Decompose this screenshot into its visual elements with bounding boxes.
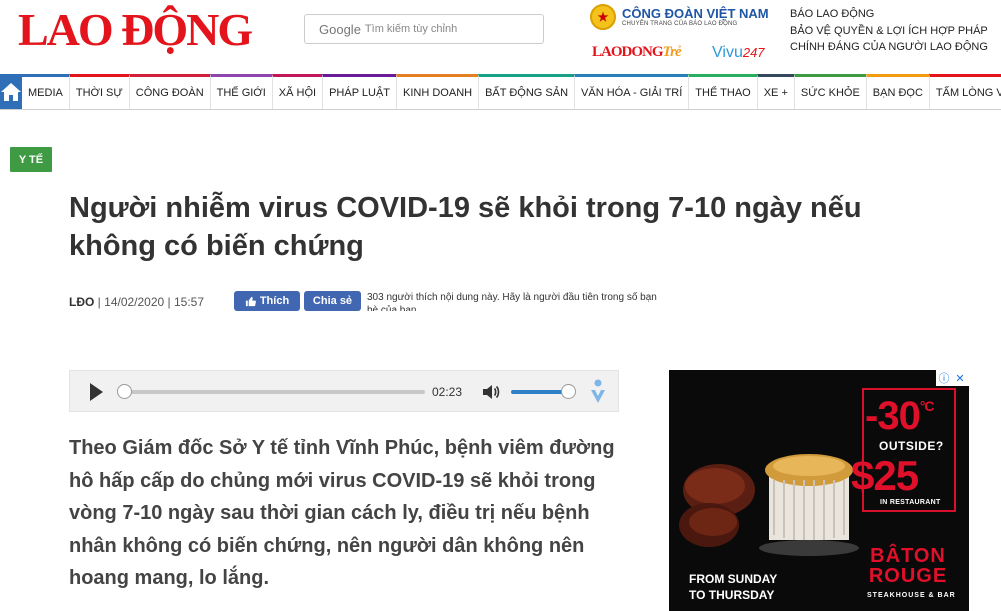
volume-icon[interactable]: [481, 383, 501, 401]
nav-item-thể-thao[interactable]: THỂ THAO: [688, 74, 757, 109]
article-date: 14/02/2020: [104, 295, 165, 309]
main-nav: MEDIA THỜI SỰ CÔNG ĐOÀN THẾ GIỚI XÃ HỘI PHÁP …: [0, 74, 1001, 110]
ad-days-line-1: FROM SUNDAY: [689, 572, 778, 586]
nav-item-văn-hóa-giải-trí[interactable]: VĂN HÓA - GIẢI TRÍ: [574, 74, 689, 109]
thumbs-up-icon: [245, 296, 256, 306]
partner-congdoan-link[interactable]: ★ CÔNG ĐOÀN VIỆT NAM CHUYÊN TRANG CỦA BÁ…: [590, 4, 769, 30]
ad-in-restaurant: IN RESTAURANT: [880, 499, 941, 506]
partner-vivu-link[interactable]: Vivu247: [712, 44, 765, 62]
home-icon: [1, 82, 21, 101]
article-meta: LĐO | 14/02/2020 | 15:57: [69, 295, 205, 309]
nav-items: MEDIA THỜI SỰ CÔNG ĐOÀN THẾ GIỚI XÃ HỘI PHÁP …: [22, 74, 1001, 109]
congdoan-emblem-icon: ★: [590, 4, 616, 30]
nav-item-media[interactable]: MEDIA: [22, 74, 69, 109]
nav-item-tấm-lòng-vàng[interactable]: TẤM LÒNG VÀNG: [928, 74, 1001, 109]
nav-item-thế-giới[interactable]: THẾ GIỚI: [209, 74, 272, 109]
category-badge[interactable]: Y TẾ: [10, 147, 52, 172]
fb-like-label: Thích: [259, 295, 290, 307]
ad-temperature: -30°C: [865, 394, 935, 439]
nav-item-pháp-luật[interactable]: PHÁP LUẬT: [322, 74, 397, 109]
audio-progress-handle[interactable]: [117, 384, 132, 399]
advertisement[interactable]: ⓘ ✕ -30°C OUTSIDE? $25 IN RESTAURANT BÂT…: [669, 370, 969, 611]
fb-like-count: 303 người thích nội dung này. Hãy là ngư…: [367, 292, 657, 311]
nav-item-công-đoàn[interactable]: CÔNG ĐOÀN: [128, 74, 210, 109]
volume-slider-handle[interactable]: [561, 384, 576, 399]
article-time: 15:57: [174, 295, 205, 309]
fb-share-button[interactable]: Chia sẻ: [304, 291, 361, 311]
article-lead: Theo Giám đốc Sở Y tế tỉnh Vĩnh Phúc, bệ…: [69, 437, 615, 589]
article-title: Người nhiễm virus COVID-19 sẽ khỏi trong…: [69, 192, 862, 262]
play-icon[interactable]: [90, 383, 103, 401]
nav-item-thời-sự[interactable]: THỜI SỰ: [68, 74, 129, 109]
ad-temperature-unit: °C: [919, 398, 935, 414]
audio-player: 02:23: [69, 370, 619, 412]
page: LAO ĐỘNG Google Tìm kiếm tùy chỉnh ★ CÔN…: [0, 0, 1001, 611]
ad-close-icon[interactable]: ✕: [952, 370, 968, 386]
ad-brand-name: BÂTON ROUGE: [868, 545, 948, 587]
accessibility-listen-icon[interactable]: [588, 379, 608, 405]
partner-congdoan-sub: CHUYÊN TRANG CỦA BÁO LAO ĐỘNG: [622, 21, 738, 27]
search-input[interactable]: Google Tìm kiếm tùy chỉnh: [304, 14, 544, 44]
site-tagline: BÁO LAO ĐỘNG BẢO VỆ QUYỀN & LỢI ÍCH HỢP …: [790, 6, 988, 56]
ad-info-icon[interactable]: ⓘ: [936, 370, 952, 386]
partner-laodongtre-suffix: Trẻ: [662, 44, 682, 60]
nav-item-sức-khỏe[interactable]: SỨC KHỎE: [793, 74, 866, 109]
ad-controls: ⓘ ✕: [936, 370, 969, 386]
nav-item-bạn-đọc[interactable]: BẠN ĐỌC: [865, 74, 929, 109]
search-placeholder: Tìm kiếm tùy chỉnh: [364, 23, 458, 35]
nav-item-xe-[interactable]: XE +: [756, 74, 794, 109]
logo-text: LAO ĐỘNG: [18, 4, 253, 55]
partner-laodongtre-link[interactable]: LAODONGTrẻ: [592, 44, 682, 61]
audio-progress-track[interactable]: [125, 390, 425, 394]
ad-days-line-2: TO THURSDAY: [689, 588, 775, 602]
ad-price: $25: [851, 452, 919, 499]
nav-item-xã-hội[interactable]: XÃ HỘI: [271, 74, 323, 109]
nav-home-button[interactable]: [0, 74, 22, 109]
partner-vivu-suffix: 247: [742, 45, 765, 60]
tagline-line-3: CHÍNH ĐÁNG CỦA NGƯỜI LAO ĐỘNG: [790, 41, 988, 53]
partner-vivu-name: Vivu: [712, 44, 743, 61]
ad-brand-sub: STEAKHOUSE & BAR: [867, 592, 956, 599]
ad-temperature-value: -30: [865, 394, 921, 438]
tagline-line-1: BÁO LAO ĐỘNG: [790, 8, 875, 20]
ad-outside-text: OUTSIDE?: [879, 439, 944, 453]
site-header: LAO ĐỘNG Google Tìm kiếm tùy chỉnh ★ CÔN…: [0, 0, 1001, 74]
nav-item-kinh-doanh[interactable]: KINH DOANH: [396, 74, 479, 109]
audio-duration: 02:23: [432, 385, 463, 399]
tagline-line-2: BẢO VỆ QUYỀN & LỢI ÍCH HỢP PHÁP: [790, 24, 988, 37]
search-brand: Google: [319, 21, 361, 37]
ad-food-image: [679, 430, 859, 570]
fb-like-button[interactable]: Thích: [234, 291, 300, 311]
site-logo[interactable]: LAO ĐỘNG: [18, 4, 253, 55]
article-source: LĐO: [69, 295, 95, 309]
partner-laodongtre-name: LAODONG: [592, 44, 664, 60]
ad-days: FROM SUNDAY TO THURSDAY: [689, 571, 777, 603]
nav-item-bất-động-sản[interactable]: BẤT ĐỘNG SẢN: [478, 74, 575, 109]
partner-congdoan-name: CÔNG ĐOÀN VIỆT NAM: [622, 6, 769, 21]
